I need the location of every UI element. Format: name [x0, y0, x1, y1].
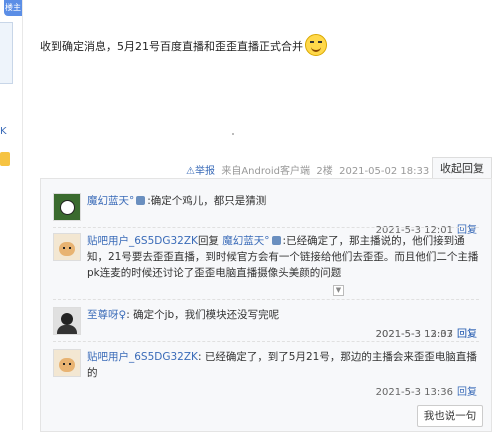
reply-username[interactable]: 贴吧用户_6S5DG32ZK — [87, 351, 198, 363]
reply-link[interactable]: 回复 — [457, 387, 477, 398]
divider — [53, 341, 479, 342]
divider — [53, 299, 479, 300]
reply-content: 贴吧用户_6S5DG32ZK: 已经确定了，到了5月21号，那边的主播会来歪歪电… — [87, 349, 479, 381]
floor-number: 2楼 — [316, 166, 333, 177]
reply-username[interactable]: 至尊呀♀ — [87, 309, 126, 321]
author-avatar-fragment[interactable] — [0, 22, 13, 84]
reply-list: 魔幻蓝天°:确定个鸡儿，都只是猜测 2021-5-3 12:01 回复 贴吧用户_… — [40, 178, 492, 432]
reply-text: : 确定个jb，我们模块还没写完呢 — [126, 309, 280, 321]
vip-icon — [136, 196, 146, 205]
reply-content: 贴吧用户_6S5DG32ZK回复 魔幻蓝天°:已经确定了，那主播说的，他们接到通… — [87, 233, 479, 281]
avatar[interactable] — [53, 349, 81, 377]
post-source: 来自Android客户端 — [221, 166, 310, 177]
divider — [53, 227, 479, 228]
reply-link[interactable]: 回复 — [457, 329, 477, 340]
reply-meta: 2021-5-3 13:33 回复 — [376, 325, 477, 340]
vip-icon — [271, 236, 281, 245]
avatar[interactable] — [53, 233, 81, 261]
avatar[interactable] — [53, 193, 81, 221]
floor-owner-badge: 楼主 — [4, 0, 22, 16]
avatar[interactable] — [53, 307, 81, 335]
author-name-fragment[interactable]: K — [0, 126, 7, 137]
smile-emoji-icon — [305, 34, 327, 56]
left-sidebar-fragment: 楼主 K — [0, 0, 23, 430]
post-text: 收到确定消息，5月21号百度直播和歪歪直播正式合并 — [40, 40, 303, 53]
reply-prefix: 回复 — [197, 235, 219, 247]
post-meta: ⚠举报 来自Android客户端 2楼 2021-05-02 18:33 — [186, 162, 429, 177]
reply-username[interactable]: 魔幻蓝天° — [87, 195, 134, 207]
reply-time: 2021-5-3 13:36 — [375, 387, 453, 398]
report-link[interactable]: 举报 — [195, 166, 215, 177]
level-tag-fragment — [0, 152, 10, 166]
post-datetime: 2021-05-02 18:33 — [339, 166, 430, 177]
warning-icon: ⚠ — [186, 166, 195, 177]
reply-content: 至尊呀♀: 确定个jb，我们模块还没写完呢 — [87, 307, 479, 323]
reply-text: :确定个鸡儿，都只是猜测 — [147, 195, 267, 207]
decorative-dot — [232, 133, 234, 135]
reply-time: 2021-5-3 13:33 — [375, 329, 453, 340]
reply-content: 魔幻蓝天° :确定个鸡儿，都只是猜测 — [87, 193, 479, 209]
reply-target-user[interactable]: 魔幻蓝天° — [222, 235, 269, 247]
collapse-replies-button[interactable]: 收起回复 — [432, 157, 492, 180]
reply-username[interactable]: 贴吧用户_6S5DG32ZK — [87, 235, 198, 247]
post-content: 收到确定消息，5月21号百度直播和歪歪直播正式合并 — [40, 34, 327, 56]
say-something-button[interactable]: 我也说一句 — [417, 405, 483, 427]
chevron-down-icon[interactable]: ▼ — [333, 285, 344, 296]
reply-meta: 2021-5-3 13:36 回复 — [376, 383, 477, 398]
